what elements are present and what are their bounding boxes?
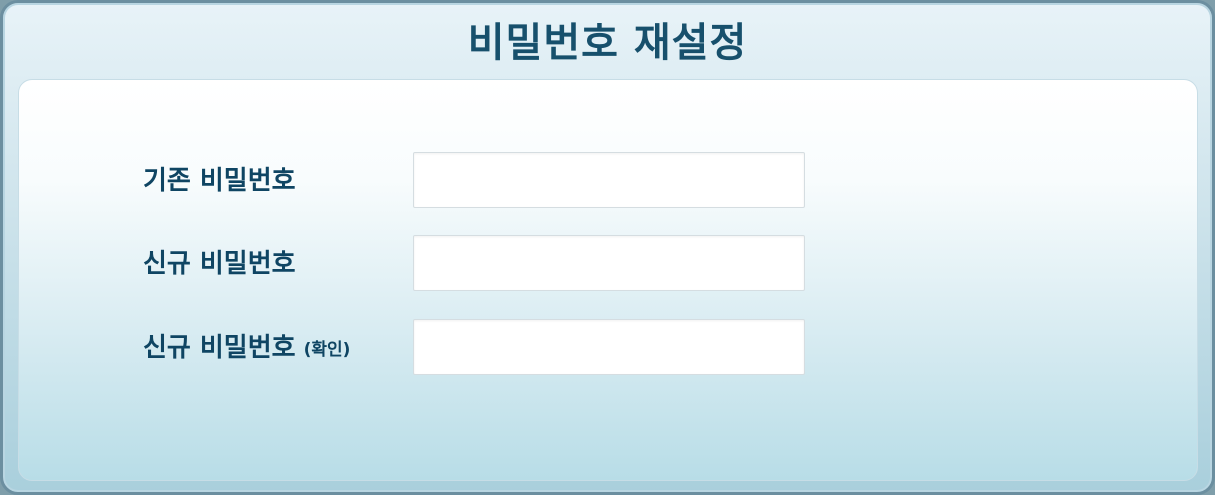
current-password-input[interactable]	[413, 152, 805, 208]
confirm-password-row: 신규 비밀번호 (확인)	[19, 319, 1197, 377]
new-password-input[interactable]	[413, 235, 805, 291]
new-password-row: 신규 비밀번호	[19, 235, 1197, 293]
confirm-password-label: 신규 비밀번호 (확인)	[143, 319, 350, 377]
new-password-label-text: 신규 비밀번호	[143, 249, 296, 279]
new-password-label: 신규 비밀번호	[143, 235, 296, 293]
current-password-row: 기존 비밀번호	[19, 152, 1197, 210]
dialog-title: 비밀번호 재설정	[467, 20, 748, 66]
current-password-label-text: 기존 비밀번호	[143, 166, 296, 196]
confirm-password-input[interactable]	[413, 319, 805, 375]
confirm-password-label-text: 신규 비밀번호	[143, 333, 296, 363]
confirm-suffix: (확인)	[303, 340, 351, 360]
current-password-label: 기존 비밀번호	[143, 152, 296, 210]
form-panel: 기존 비밀번호 신규 비밀번호 신규 비밀번호 (확인)	[18, 79, 1198, 481]
password-reset-dialog: 비밀번호 재설정 기존 비밀번호 신규 비밀번호 신규 비밀번호 (확인)	[0, 0, 1215, 495]
